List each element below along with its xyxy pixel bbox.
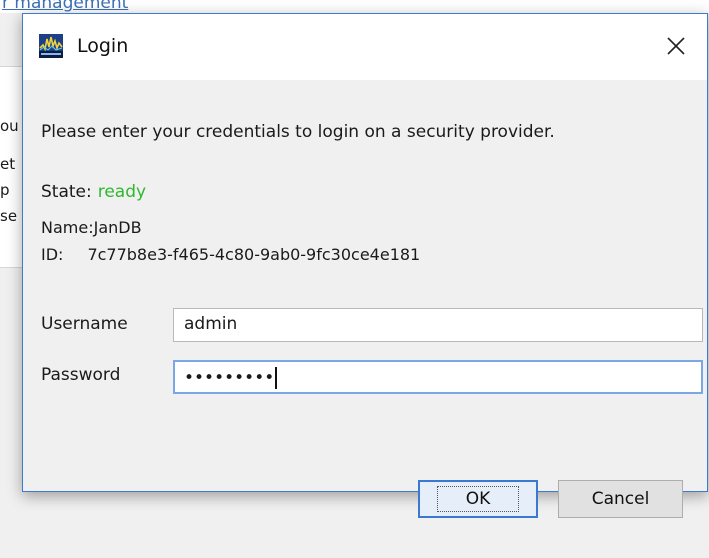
ok-button[interactable]: OK (418, 480, 538, 518)
instruction-text: Please enter your credentials to login o… (41, 122, 555, 142)
cancel-button-label: Cancel (591, 489, 650, 509)
state-row: State: ready (41, 182, 146, 202)
background-text-fragment: se (0, 207, 18, 225)
state-label: State: (41, 182, 92, 202)
login-dialog: Login Please enter your credentials to l… (22, 13, 708, 518)
name-label: Name: (41, 218, 94, 237)
username-field[interactable]: admin (173, 308, 703, 342)
name-row: Name:JanDB (41, 218, 142, 237)
ok-button-label: OK (436, 486, 520, 512)
state-value: ready (97, 182, 147, 202)
close-button[interactable] (659, 29, 693, 63)
background-title-fragment: r management (2, 0, 129, 13)
id-row: ID: 7c77b8e3-f465-4c80-9ab0-9fc30ce4e181 (41, 245, 420, 264)
signal-wave-icon (39, 34, 63, 58)
password-field[interactable]: ••••••••• (173, 360, 703, 394)
dialog-titlebar[interactable]: Login (23, 14, 707, 80)
password-label: Password (41, 365, 121, 385)
id-value: 7c77b8e3-f465-4c80-9ab0-9fc30ce4e181 (87, 245, 421, 264)
dialog-content: Please enter your credentials to login o… (23, 80, 707, 518)
background-title-strip: r management (0, 0, 709, 13)
username-value: admin (184, 314, 238, 334)
background-text-fragment: et (0, 155, 16, 173)
close-icon (667, 37, 685, 55)
id-label: ID: (41, 245, 64, 264)
username-label: Username (41, 314, 128, 334)
background-side-panel: ou et p se (0, 66, 22, 268)
password-mask: ••••••••• (184, 368, 275, 388)
name-value: JanDB (93, 218, 142, 237)
dialog-title: Login (77, 35, 129, 57)
cancel-button[interactable]: Cancel (558, 480, 683, 518)
text-caret (275, 367, 278, 389)
background-text-fragment: ou (0, 117, 19, 135)
background-text-fragment: p (0, 181, 10, 199)
